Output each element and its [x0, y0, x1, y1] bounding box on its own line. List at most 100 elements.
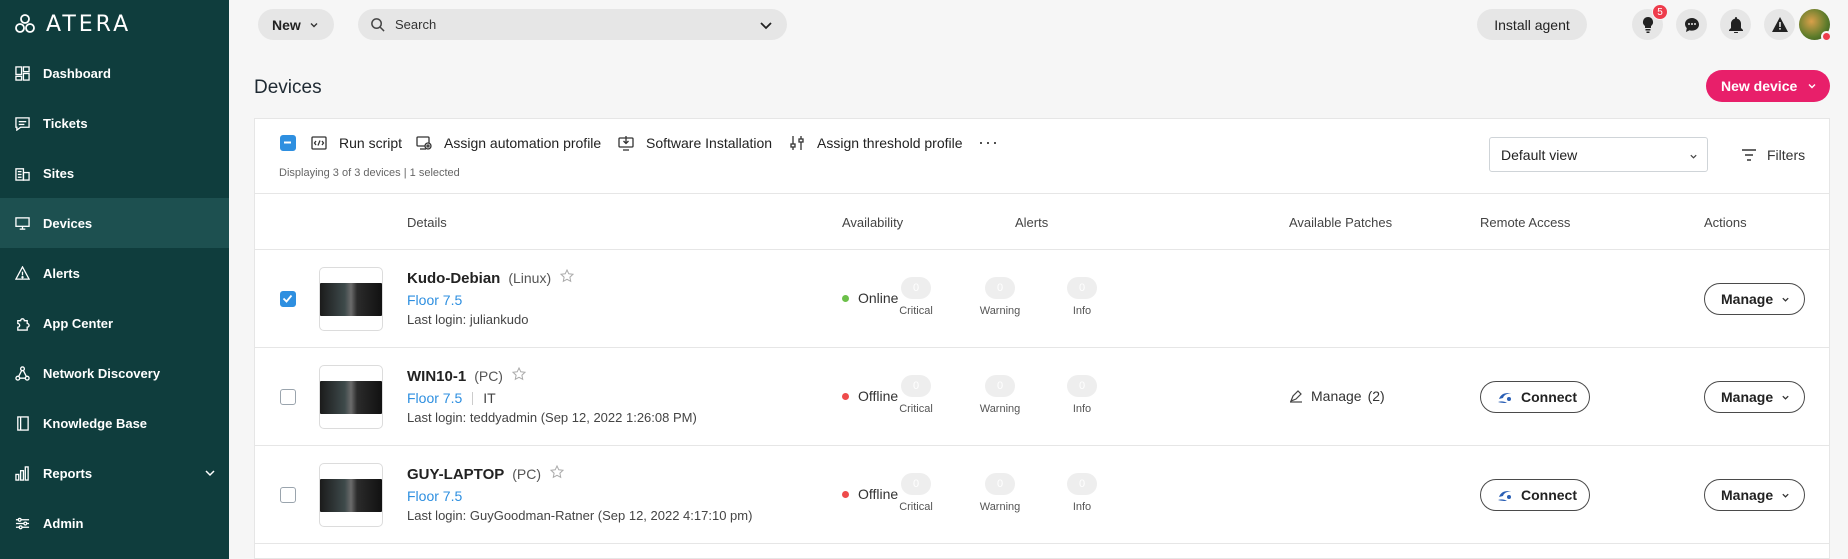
chevron-down-icon	[1782, 297, 1789, 302]
software-installation-button[interactable]: Software Installation	[618, 132, 772, 154]
row-checkbox[interactable]	[280, 389, 296, 405]
alert-info[interactable]: 0 Info	[1052, 277, 1112, 317]
device-site[interactable]: Floor 7.5 IT	[407, 390, 496, 406]
avatar[interactable]	[1799, 9, 1832, 42]
manage-button[interactable]: Manage	[1704, 381, 1805, 413]
chevron-down-icon[interactable]	[759, 18, 773, 32]
topbar: New Search Install agent 5	[229, 0, 1848, 48]
column-header-actions[interactable]: Actions	[1704, 215, 1747, 230]
indeterminate-icon	[284, 141, 291, 144]
chevron-down-icon[interactable]	[203, 466, 217, 480]
chat-button[interactable]	[1676, 9, 1707, 40]
column-header-availability[interactable]: Availability	[842, 215, 903, 230]
software-installation-label: Software Installation	[646, 135, 773, 151]
status-dot	[1821, 31, 1832, 42]
new-device-button[interactable]: New device	[1706, 70, 1830, 102]
sidebar-item-label: Admin	[43, 515, 84, 531]
threshold-icon	[790, 136, 804, 150]
alert-count: 0	[1067, 277, 1097, 299]
sidebar-item-knowledge-base[interactable]: Knowledge Base	[0, 398, 229, 448]
alert-label: Info	[1072, 501, 1092, 513]
device-site[interactable]: Floor 7.5	[407, 488, 462, 504]
new-button[interactable]: New	[258, 9, 334, 40]
sidebar-item-devices[interactable]: Devices	[0, 198, 229, 248]
star-icon[interactable]	[511, 367, 526, 381]
notifications-button[interactable]	[1720, 9, 1751, 40]
site-name[interactable]: Floor 7.5	[407, 390, 462, 406]
assign-automation-label: Assign automation profile	[444, 135, 602, 151]
alert-warning[interactable]: 0 Warning	[970, 277, 1030, 317]
more-actions-button[interactable]: ···	[978, 132, 999, 153]
column-header-details[interactable]: Details	[407, 215, 447, 230]
column-header-available-patches[interactable]: Available Patches	[1289, 215, 1392, 230]
site-name[interactable]: Floor 7.5	[407, 292, 462, 308]
alert-info[interactable]: 0 Info	[1052, 473, 1112, 513]
sidebar-item-dashboard[interactable]: Dashboard	[0, 48, 229, 98]
device-site[interactable]: Floor 7.5	[407, 292, 462, 308]
manage-patches-link[interactable]: Manage (2)	[1289, 388, 1385, 404]
filters-button[interactable]: Filters	[1741, 147, 1805, 163]
alert-critical[interactable]: 0 Critical	[886, 375, 946, 415]
sites-icon	[14, 165, 30, 181]
dashboard-icon	[14, 65, 30, 81]
sidebar-item-label: Alerts	[43, 265, 80, 281]
devices-table-card: Run script Assign automation profile Sof…	[254, 118, 1830, 559]
connect-label: Connect	[1521, 487, 1577, 503]
table-row[interactable]: WIN10-1 (PC) Floor 7.5 IT Last login: te…	[255, 348, 1829, 446]
sidebar-item-alerts[interactable]: Alerts	[0, 248, 229, 298]
atera-logo[interactable]: ATERA	[14, 12, 131, 37]
sidebar-item-tickets[interactable]: Tickets	[0, 98, 229, 148]
sidebar-item-label: Devices	[43, 215, 93, 231]
alert-critical[interactable]: 0 Critical	[886, 473, 946, 513]
column-header-alerts[interactable]: Alerts	[1015, 215, 1048, 230]
column-header-remote-access[interactable]: Remote Access	[1480, 215, 1570, 230]
lightbulb-button[interactable]: 5	[1632, 4, 1668, 40]
connect-button[interactable]: Connect	[1480, 381, 1590, 413]
alert-label: Warning	[979, 305, 1021, 317]
view-select[interactable]: Default view	[1489, 137, 1708, 172]
select-all-checkbox[interactable]	[280, 135, 296, 151]
alert-count: 0	[985, 277, 1015, 299]
connect-button[interactable]: Connect	[1480, 479, 1590, 511]
new-device-label: New device	[1721, 78, 1798, 94]
automation-icon	[416, 136, 432, 150]
star-icon[interactable]	[550, 465, 565, 479]
row-checkbox[interactable]	[280, 291, 296, 307]
table-row[interactable]: Kudo-Debian (Linux) Floor 7.5 Last login…	[255, 250, 1829, 348]
sidebar-item-label: Tickets	[43, 115, 88, 131]
notification-badge: 5	[1652, 4, 1668, 20]
sidebar-item-network-discovery[interactable]: Network Discovery	[0, 348, 229, 398]
sidebar-item-label: Reports	[43, 465, 93, 481]
alert-critical[interactable]: 0 Critical	[886, 277, 946, 317]
patch-icon	[1289, 390, 1302, 403]
device-name[interactable]: GUY-LAPTOP (PC)	[407, 465, 565, 483]
device-name[interactable]: Kudo-Debian (Linux)	[407, 269, 575, 287]
row-checkbox[interactable]	[280, 487, 296, 503]
sidebar-item-app-center[interactable]: App Center	[0, 298, 229, 348]
patches-label: Manage	[1311, 388, 1362, 404]
star-icon[interactable]	[560, 269, 575, 283]
alert-warning[interactable]: 0 Warning	[970, 473, 1030, 513]
sidebar-item-admin[interactable]: Admin	[0, 498, 229, 548]
display-info: Displaying 3 of 3 devices | 1 selected	[279, 167, 460, 179]
device-name[interactable]: WIN10-1 (PC)	[407, 367, 526, 385]
install-agent-button[interactable]: Install agent	[1477, 9, 1587, 40]
last-login: Last login: GuyGoodman-Ratner (Sep 12, 2…	[407, 508, 753, 523]
manage-button[interactable]: Manage	[1704, 283, 1805, 315]
device-type: (PC)	[512, 466, 542, 482]
table-row[interactable]: GUY-LAPTOP (PC) Floor 7.5 Last login: Gu…	[255, 446, 1829, 544]
assign-threshold-profile-button[interactable]: Assign threshold profile	[789, 132, 963, 154]
device-group: IT	[472, 391, 496, 405]
run-script-button[interactable]: Run script	[311, 132, 402, 154]
assign-automation-profile-button[interactable]: Assign automation profile	[416, 132, 601, 154]
filters-label: Filters	[1767, 147, 1806, 163]
sidebar-item-reports[interactable]: Reports	[0, 448, 229, 498]
sidebar-item-sites[interactable]: Sites	[0, 148, 229, 198]
alert-warning[interactable]: 0 Warning	[970, 375, 1030, 415]
alerts-button[interactable]	[1764, 9, 1795, 40]
search-input[interactable]: Search	[358, 9, 787, 40]
alert-info[interactable]: 0 Info	[1052, 375, 1112, 415]
manage-button[interactable]: Manage	[1704, 479, 1805, 511]
last-login: Last login: teddyadmin (Sep 12, 2022 1:2…	[407, 410, 697, 425]
site-name[interactable]: Floor 7.5	[407, 488, 462, 504]
